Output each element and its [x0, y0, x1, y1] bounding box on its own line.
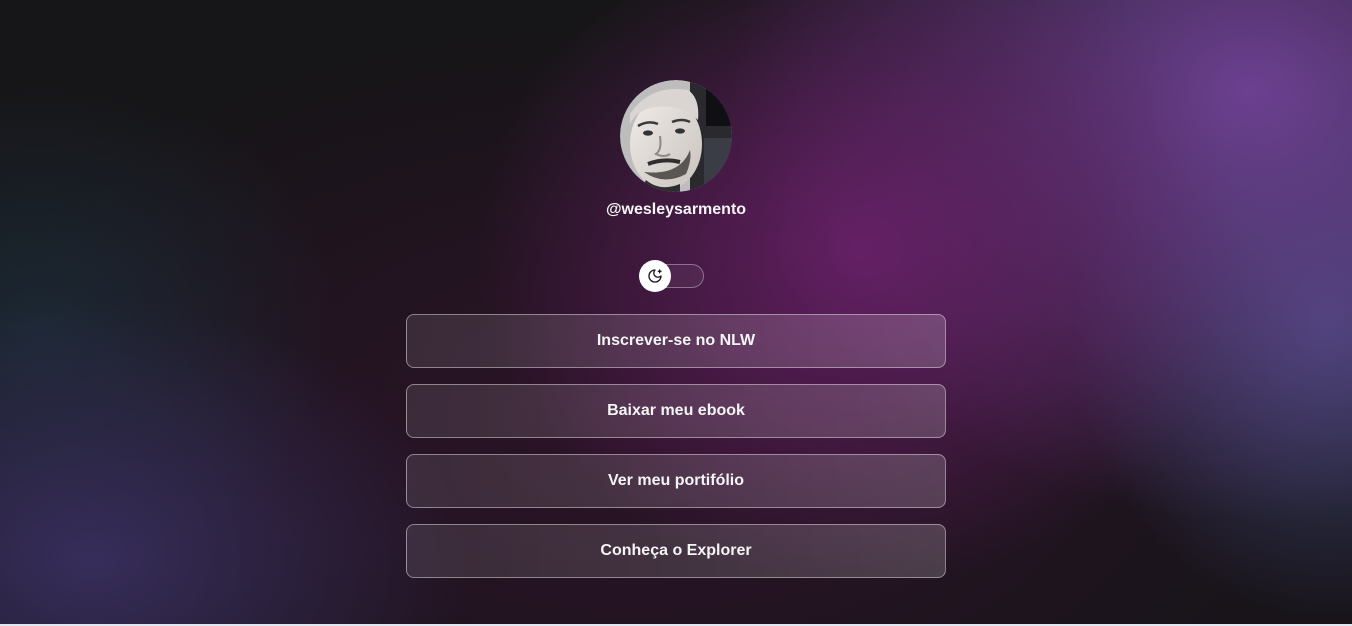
- switch-knob[interactable]: [639, 260, 671, 292]
- link-ebook-button[interactable]: Baixar meu ebook: [406, 384, 946, 438]
- link-list: Inscrever-se no NLW Baixar meu ebook Ver…: [406, 314, 946, 578]
- avatar: [620, 80, 732, 192]
- list-item: Conheça o Explorer: [406, 524, 946, 578]
- list-item: Inscrever-se no NLW: [406, 314, 946, 368]
- moon-icon: [648, 269, 662, 283]
- list-item: Baixar meu ebook: [406, 384, 946, 438]
- main-container: @wesleysarmento Inscrever-se no NLW Baix…: [406, 80, 946, 594]
- link-portfolio-button[interactable]: Ver meu portifólio: [406, 454, 946, 508]
- theme-switch[interactable]: [639, 260, 704, 292]
- list-item: Ver meu portifólio: [406, 454, 946, 508]
- link-explorer-button[interactable]: Conheça o Explorer: [406, 524, 946, 578]
- profile: @wesleysarmento: [406, 80, 946, 292]
- link-nlw-button[interactable]: Inscrever-se no NLW: [406, 314, 946, 368]
- username: @wesleysarmento: [605, 201, 747, 218]
